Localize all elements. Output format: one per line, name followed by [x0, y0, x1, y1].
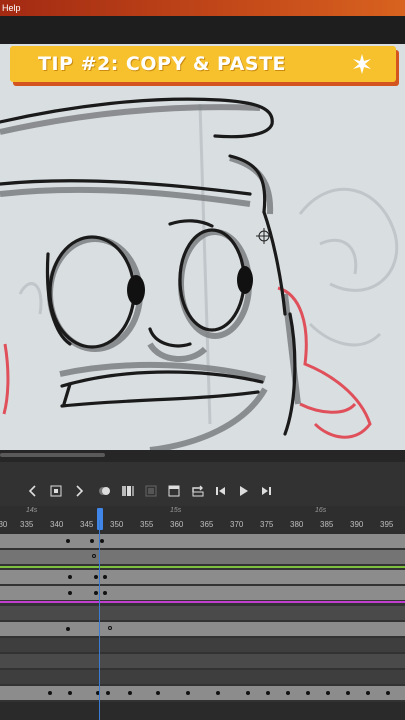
frame-number: 335: [20, 520, 34, 529]
keyframe[interactable]: [186, 691, 190, 695]
frame-number: 380: [290, 520, 304, 529]
frame-number: 350: [110, 520, 124, 529]
keyframe[interactable]: [90, 539, 94, 543]
empty-keyframe[interactable]: [108, 626, 112, 630]
keyframe[interactable]: [68, 575, 72, 579]
keyframe[interactable]: [48, 691, 52, 695]
step-forward-icon[interactable]: [258, 483, 274, 499]
keyframe[interactable]: [103, 575, 107, 579]
keyframe[interactable]: [326, 691, 330, 695]
layer-track-empty[interactable]: [0, 702, 405, 720]
keyframe[interactable]: [68, 691, 72, 695]
keyframe[interactable]: [94, 591, 98, 595]
keyframe[interactable]: [100, 539, 104, 543]
center-frame-icon[interactable]: [48, 483, 64, 499]
onion-outline-icon[interactable]: [143, 483, 159, 499]
timeline-toolbar: [0, 478, 405, 504]
tip-title: TIP #2: COPY & PASTE: [38, 53, 287, 75]
keyframe[interactable]: [386, 691, 390, 695]
keyframe[interactable]: [128, 691, 132, 695]
play-icon[interactable]: [235, 483, 251, 499]
layer-tracks: [0, 534, 405, 720]
layer-track[interactable]: [0, 534, 405, 548]
empty-keyframe[interactable]: [92, 554, 96, 558]
keyframe[interactable]: [103, 591, 107, 595]
frame-ruler[interactable]: 14s 15s 16s 330 335 340 345 350 355 360 …: [0, 506, 405, 536]
keyframe[interactable]: [216, 691, 220, 695]
frame-number: 330: [0, 520, 8, 529]
keyframe[interactable]: [366, 691, 370, 695]
layer-divider-green: [0, 566, 405, 568]
second-label: 15s: [170, 507, 182, 514]
layer-divider-purple: [0, 601, 405, 603]
layer-track-empty[interactable]: [0, 654, 405, 668]
keyframe[interactable]: [66, 627, 70, 631]
frame-number: 355: [140, 520, 154, 529]
keyframe[interactable]: [94, 575, 98, 579]
panel-scrollbar: [0, 450, 405, 462]
keyframe[interactable]: [106, 691, 110, 695]
loop-icon[interactable]: [190, 483, 206, 499]
chevron-left-icon[interactable]: [25, 483, 41, 499]
multiple-frames-icon[interactable]: [120, 483, 136, 499]
playhead-line[interactable]: [99, 520, 100, 720]
layer-track[interactable]: [0, 550, 405, 564]
frame-number: 365: [200, 520, 214, 529]
tip-banner: TIP #2: COPY & PASTE: [10, 46, 396, 82]
frame-number: 375: [260, 520, 274, 529]
keyframe[interactable]: [306, 691, 310, 695]
step-back-icon[interactable]: [213, 483, 229, 499]
keyframe[interactable]: [286, 691, 290, 695]
layer-track-empty[interactable]: [0, 606, 405, 620]
frame-number: 385: [320, 520, 334, 529]
frame-number: 360: [170, 520, 184, 529]
playhead-handle[interactable]: [97, 508, 103, 530]
keyframe[interactable]: [346, 691, 350, 695]
keyframe-icon[interactable]: [166, 483, 182, 499]
frame-number: 370: [230, 520, 244, 529]
frame-number: 390: [350, 520, 364, 529]
layer-track[interactable]: [0, 570, 405, 584]
frame-number: 395: [380, 520, 394, 529]
onion-skin-icon[interactable]: [97, 483, 113, 499]
sparkle-icon: [352, 54, 372, 74]
keyframe[interactable]: [66, 539, 70, 543]
menu-help[interactable]: Help: [2, 3, 21, 13]
layer-track[interactable]: [0, 622, 405, 636]
menu-bar: Help: [0, 0, 405, 16]
drawing-canvas[interactable]: [0, 44, 405, 450]
chevron-right-icon[interactable]: [71, 483, 87, 499]
keyframe[interactable]: [68, 591, 72, 595]
second-label: 14s: [26, 507, 38, 514]
keyframe[interactable]: [156, 691, 160, 695]
scroll-thumb[interactable]: [0, 453, 105, 457]
timeline-panel: 14s 15s 16s 330 335 340 345 350 355 360 …: [0, 450, 405, 720]
layer-track[interactable]: [0, 586, 405, 600]
second-label: 16s: [315, 507, 327, 514]
layer-track[interactable]: [0, 686, 405, 700]
keyframe[interactable]: [246, 691, 250, 695]
layer-track-empty[interactable]: [0, 638, 405, 652]
layer-track-empty[interactable]: [0, 670, 405, 684]
frame-number: 345: [80, 520, 94, 529]
character-sketch: [0, 97, 399, 450]
title-strip: [0, 16, 405, 44]
keyframe[interactable]: [266, 691, 270, 695]
frame-number: 340: [50, 520, 64, 529]
